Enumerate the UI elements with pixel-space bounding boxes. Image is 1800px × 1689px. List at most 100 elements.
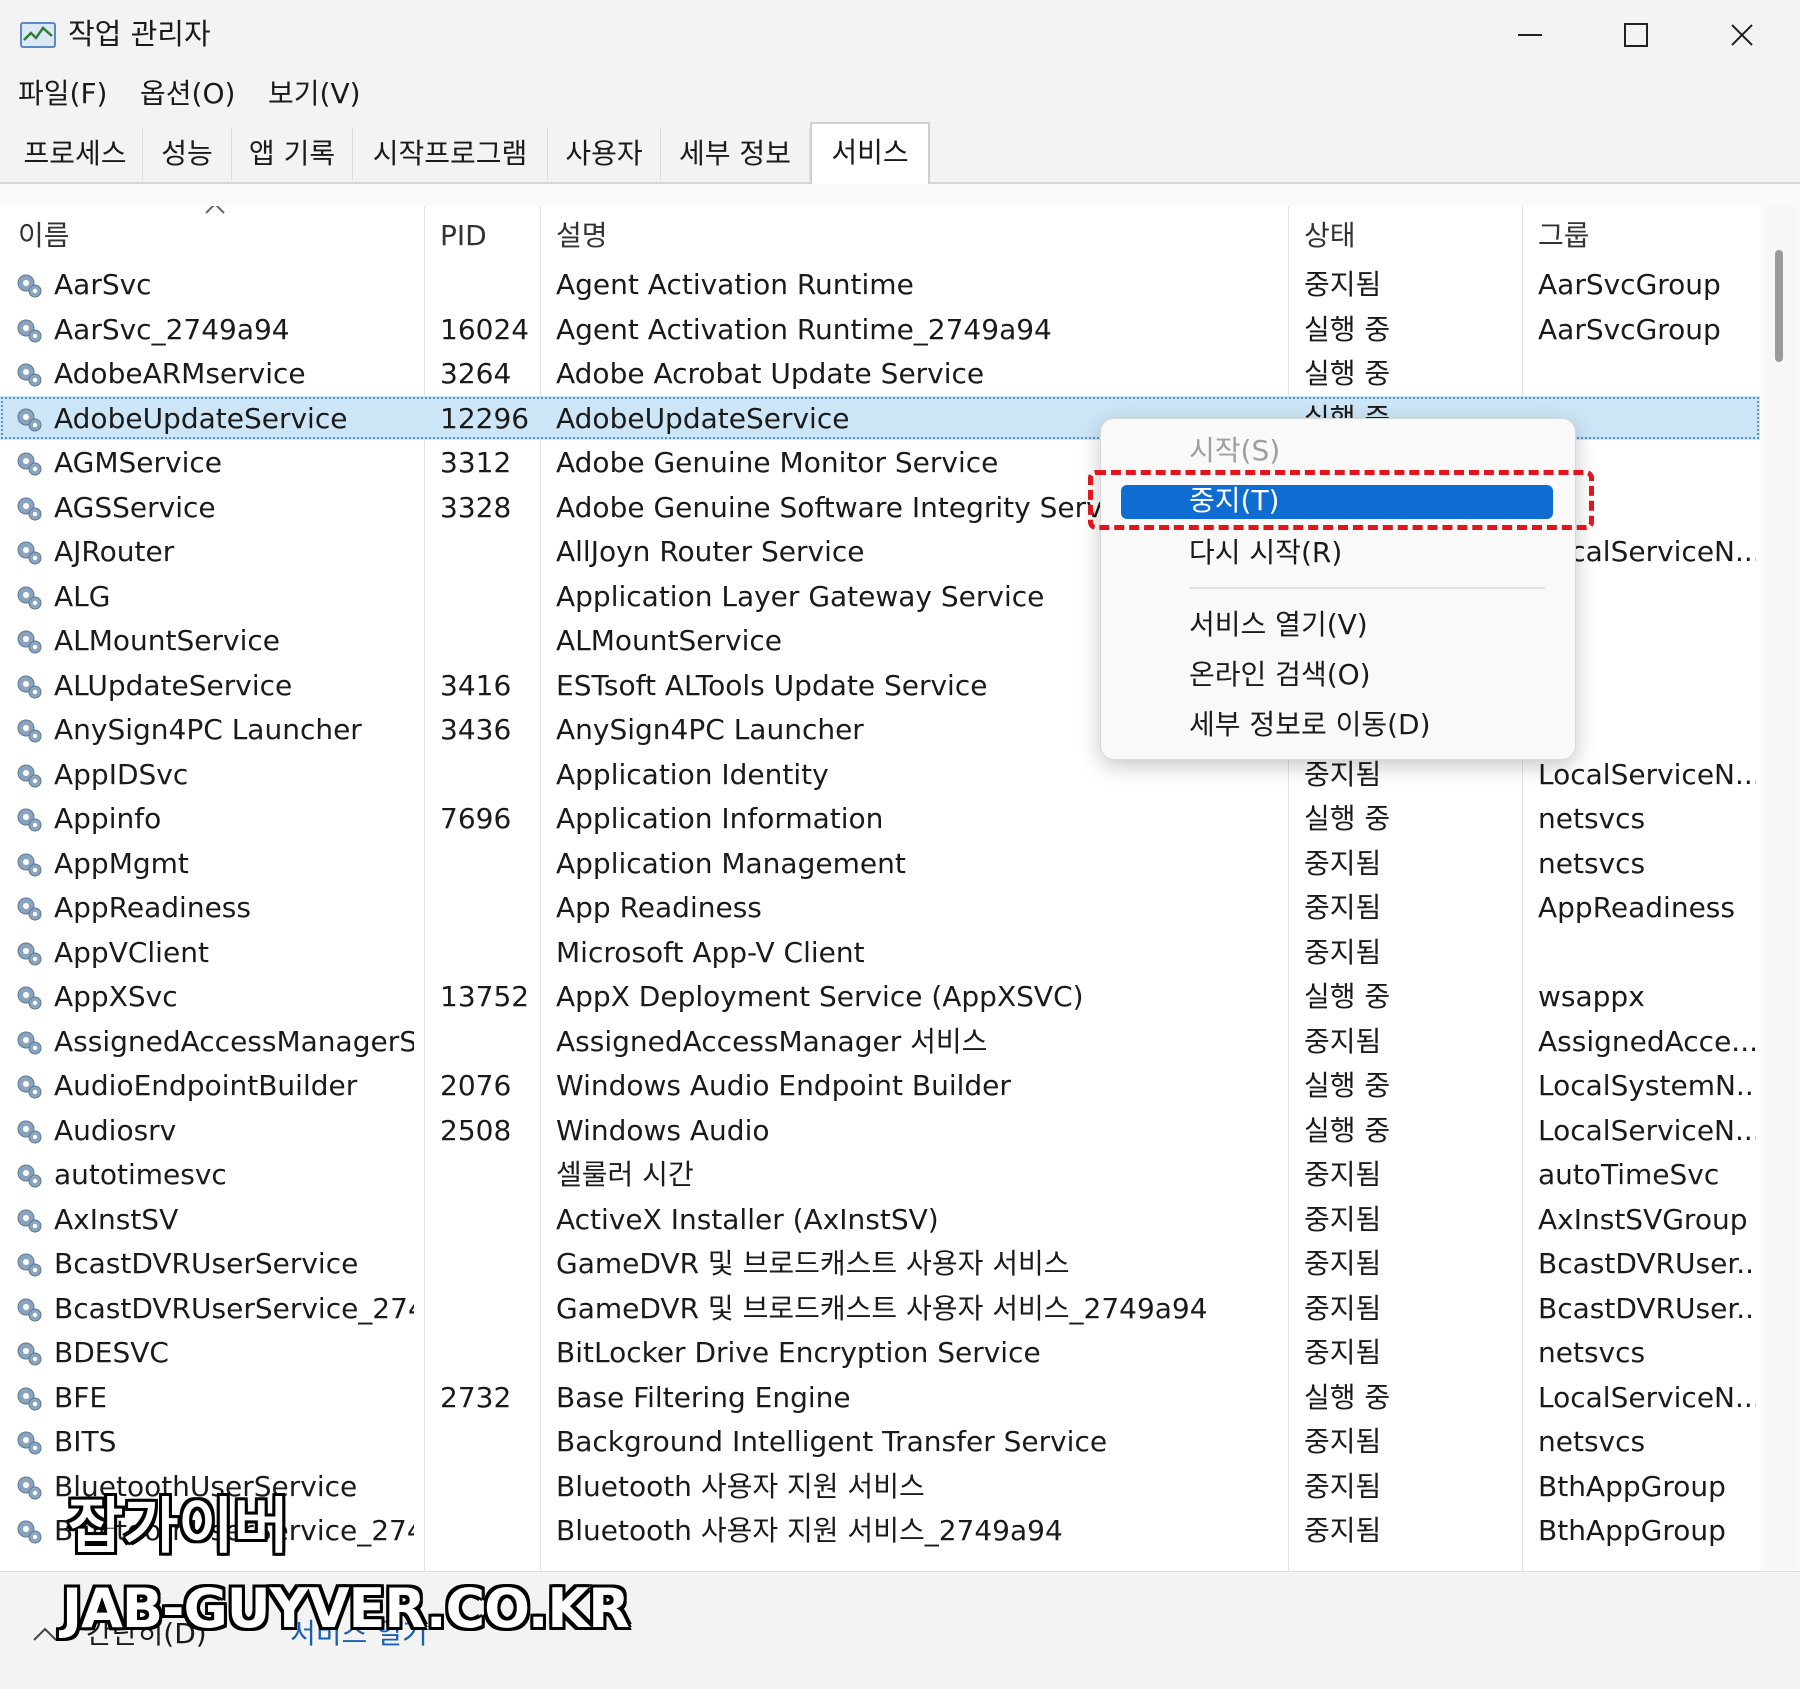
tab-performance[interactable]: 성능 [143, 128, 232, 180]
context-menu-start[interactable]: 시작(S) [1189, 429, 1280, 473]
cell-status: 실행 중 [1304, 1380, 1391, 1414]
table-row[interactable]: BITS Background Intelligent Transfer Serv… [0, 1419, 1760, 1464]
cell-name: autotimesvc [54, 1158, 227, 1191]
cell-name: AppReadiness [54, 891, 251, 924]
cell-group: BthAppGroup [1538, 1469, 1726, 1503]
cell-status: 중지됨 [1304, 891, 1382, 924]
column-header-pid[interactable]: PID [440, 212, 487, 260]
table-row[interactable]: AppReadiness App Readiness 중지됨 AppReadiness [0, 885, 1760, 930]
watermark-title: 잡가이버 [68, 1492, 289, 1562]
tab-app-history[interactable]: 앱 기록 [232, 128, 353, 180]
cell-name: ALUpdateService [54, 668, 293, 702]
cell-status: 중지됨 [1304, 1247, 1382, 1280]
table-row[interactable]: BDESVC BitLocker Drive Encryption Service… [0, 1330, 1760, 1375]
context-menu-go-to-details[interactable]: 세부 정보로 이동(D) [1189, 703, 1431, 747]
cell-group: BthAppGroup [1538, 1514, 1726, 1547]
service-gear-icon [14, 1116, 44, 1146]
tab-startup[interactable]: 시작프로그램 [353, 128, 548, 180]
cell-pid [440, 618, 536, 662]
table-row[interactable]: AppVClient Microsoft App-V Client 중지됨 [0, 930, 1760, 975]
table-row[interactable]: BFE 2732 Base Filtering Engine 실행 중 LocalSer… [0, 1375, 1760, 1420]
service-gear-icon [14, 715, 44, 745]
services-table: 이름 PID 설명 상태 그룹 AarSvc Agent Activation R… [0, 206, 1760, 1571]
cell-description: ActiveX Installer (AxInstSV) [556, 1202, 939, 1236]
cell-description: AssignedAccessManager 서비스 [556, 1024, 988, 1058]
cell-pid [440, 529, 536, 573]
cell-status: 중지됨 [1304, 1158, 1382, 1191]
column-header-status[interactable]: 상태 [1304, 212, 1356, 260]
cell-description: GameDVR 및 브로드캐스트 사용자 서비스_2749a94 [556, 1291, 1208, 1325]
table-row[interactable]: AppXSvc 13752 AppX Deployment Service (App… [0, 974, 1760, 1019]
cell-name: BITS [54, 1425, 117, 1458]
service-gear-icon [14, 404, 44, 434]
service-gear-icon [14, 1516, 44, 1546]
table-row[interactable]: AssignedAccessManagerSvc AssignedAccessMa… [0, 1019, 1760, 1064]
context-menu-open-services[interactable]: 서비스 열기(V) [1189, 603, 1368, 647]
cell-name: ALMountService [54, 624, 280, 657]
service-gear-icon [14, 849, 44, 879]
window-title: 작업 관리자 [68, 17, 211, 51]
tab-details[interactable]: 세부 정보 [661, 128, 810, 180]
table-row[interactable]: AdobeARMservice 3264 Adobe Acrobat Update … [0, 351, 1760, 396]
cell-pid [440, 1197, 536, 1241]
cell-status: 중지됨 [1304, 1336, 1382, 1369]
cell-description: Agent Activation Runtime_2749a94 [556, 312, 1052, 346]
cell-group: LocalServiceN... [1538, 1113, 1756, 1147]
cell-pid [440, 574, 536, 618]
table-row[interactable]: BcastDVRUserService GameDVR 및 브로드캐스트 사용자 … [0, 1241, 1760, 1286]
scrollbar-thumb[interactable] [1775, 250, 1783, 362]
context-menu-restart[interactable]: 다시 시작(R) [1189, 531, 1342, 575]
column-header-description[interactable]: 설명 [556, 212, 608, 260]
cell-pid [440, 752, 536, 796]
cell-status: 실행 중 [1304, 312, 1391, 346]
table-row[interactable]: AarSvc Agent Activation Runtime 중지됨 AarSvcG… [0, 262, 1760, 307]
table-row[interactable]: AppMgmt Application Management 중지됨 netsvcs [0, 841, 1760, 886]
cell-pid [440, 1508, 536, 1552]
table-row[interactable]: BcastDVRUserService_274... GameDVR 및 브로드캐… [0, 1286, 1760, 1331]
service-gear-icon [14, 537, 44, 567]
cell-name: AppXSvc [54, 980, 178, 1013]
vertical-scrollbar[interactable] [1764, 206, 1798, 1571]
cell-pid [440, 1152, 536, 1196]
cell-description: Adobe Acrobat Update Service [556, 357, 985, 390]
menu-view[interactable]: 보기(V) [268, 70, 361, 118]
service-gear-icon [14, 671, 44, 701]
cell-name: AudioEndpointBuilder [54, 1069, 358, 1102]
cell-pid [440, 1330, 536, 1374]
service-gear-icon [14, 626, 44, 656]
cell-group: AarSvcGroup [1538, 268, 1721, 301]
minimize-button[interactable] [1478, 0, 1582, 70]
cell-name: BcastDVRUserService_274... [54, 1291, 414, 1325]
context-menu-search-online[interactable]: 온라인 검색(O) [1189, 653, 1371, 697]
table-row[interactable]: AxInstSV ActiveX Installer (AxInstSV) 중지됨 A… [0, 1197, 1760, 1242]
table-row[interactable]: AarSvc_2749a94 16024 Agent Activation Runt… [0, 307, 1760, 352]
tab-users[interactable]: 사용자 [548, 128, 661, 180]
service-gear-icon [14, 1205, 44, 1235]
cell-name: AnySign4PC Launcher [54, 713, 362, 746]
cell-name: AJRouter [54, 535, 175, 568]
cell-group [1538, 930, 1756, 974]
tab-services[interactable]: 서비스 [810, 122, 930, 184]
service-gear-icon [14, 804, 44, 834]
tab-processes[interactable]: 프로세스 [8, 128, 143, 180]
maximize-button[interactable] [1584, 0, 1688, 70]
cell-pid: 3264 [440, 357, 512, 390]
close-button[interactable] [1690, 0, 1794, 70]
table-row[interactable]: autotimesvc 셀룰러 시간 중지됨 autoTimeSvc [0, 1152, 1760, 1197]
column-header-group[interactable]: 그룹 [1538, 212, 1590, 260]
cell-name: AppVClient [54, 935, 209, 969]
menu-file[interactable]: 파일(F) [18, 70, 107, 118]
cell-name: Audiosrv [54, 1113, 177, 1147]
table-row[interactable]: Appinfo 7696 Application Information 실행 중 ne… [0, 796, 1760, 841]
chevron-up-icon[interactable] [32, 1626, 58, 1646]
table-row[interactable]: Audiosrv 2508 Windows Audio 실행 중 LocalServic… [0, 1108, 1760, 1153]
menu-options[interactable]: 옵션(O) [140, 70, 235, 118]
cell-pid: 3416 [440, 668, 512, 702]
watermark-url: JAB-GUYVER.CO.KR [62, 1577, 630, 1640]
cell-pid: 2508 [440, 1113, 512, 1147]
service-gear-icon [14, 760, 44, 790]
cell-group: netsvcs [1538, 846, 1646, 880]
cell-pid: 2732 [440, 1380, 512, 1414]
table-row[interactable]: AudioEndpointBuilder 2076 Windows Audio En… [0, 1063, 1760, 1108]
column-header-name[interactable]: 이름 [18, 212, 70, 260]
